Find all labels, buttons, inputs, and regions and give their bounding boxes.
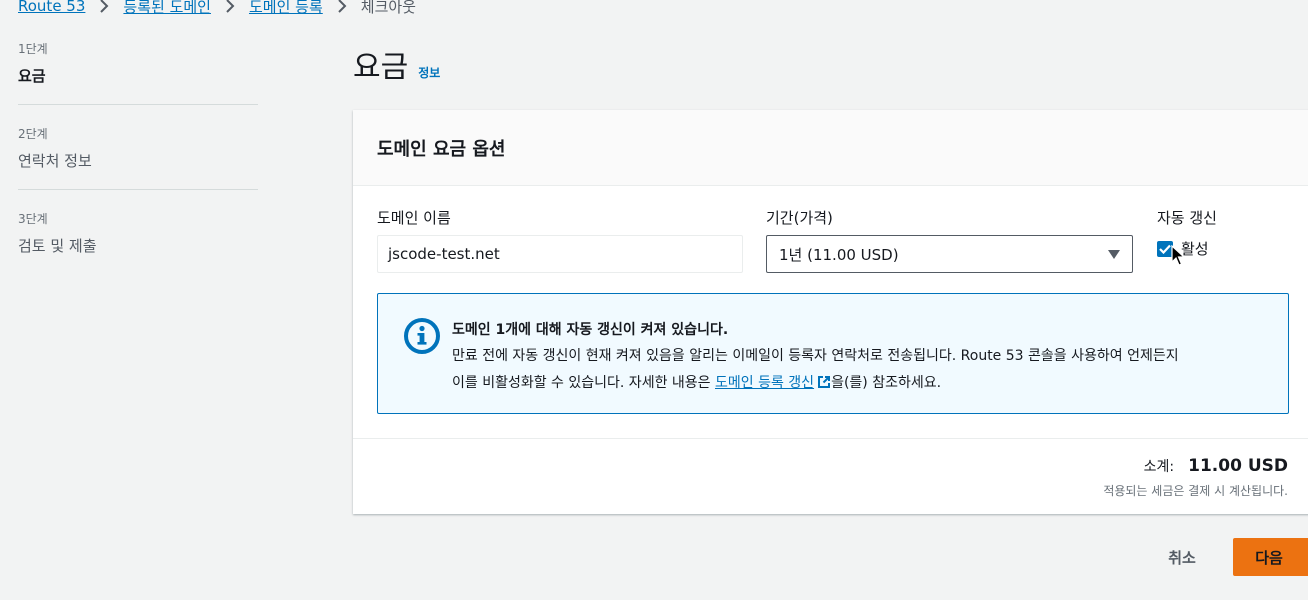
period-value: 1년 (11.00 USD) [779,245,899,264]
alert-title: 도메인 1개에 대해 자동 갱신이 켜져 있습니다. [452,322,729,338]
step-title: 검토 및 제출 [18,237,97,255]
domain-name-label: 도메인 이름 [377,209,451,227]
panel-header: 도메인 요금 옵션 [353,110,1308,186]
page-title: 요금 [353,50,409,85]
subtotal-label: 소계: [1143,459,1175,475]
info-alert: 도메인 1개에 대해 자동 갱신이 켜져 있습니다. 만료 전에 자동 갱신이 … [377,293,1289,414]
breadcrumb-current: 체크아웃 [360,0,416,16]
step-review-submit: 3단계 검토 및 제출 [18,189,258,274]
alert-line-2-suffix: 을(를) 참조하세요. [831,375,942,391]
chevron-right-icon [337,0,347,13]
breadcrumb: Route 53 등록된 도메인 도메인 등록 체크아웃 [18,0,416,18]
auto-renew-checkbox-label: 활성 [1181,240,1209,258]
cancel-button[interactable]: 취소 [1150,538,1214,576]
info-circle-icon [404,318,440,354]
alert-body: 만료 전에 자동 갱신이 현재 켜져 있음을 알리는 이메일이 등록자 연락처로… [452,343,1179,397]
panel-title: 도메인 요금 옵션 [377,138,506,160]
divider [353,438,1308,439]
alert-line-2-prefix: 이를 비활성화할 수 있습니다. 자세한 내용은 [452,375,715,391]
domain-name-field[interactable]: jscode-test.net [377,235,743,273]
domain-name-value: jscode-test.net [388,245,500,263]
checkmark-icon [1159,244,1171,254]
tax-note: 적용되는 세금은 결제 시 계산됩니다. [1103,484,1288,498]
caret-down-icon [1108,249,1120,259]
step-pricing: 1단계 요금 [18,40,258,104]
period-label: 기간(가격) [766,209,833,227]
subtotal: 소계: 11.00 USD [1144,456,1288,476]
alert-content: 도메인 1개에 대해 자동 갱신이 켜져 있습니다. 만료 전에 자동 갱신이 … [452,316,1179,413]
info-link[interactable]: 정보 [418,64,440,81]
breadcrumb-route53[interactable]: Route 53 [18,0,85,15]
wizard-steps: 1단계 요금 2단계 연락처 정보 3단계 검토 및 제출 [18,40,258,274]
chevron-right-icon [225,0,235,13]
step-title: 연락처 정보 [18,152,92,170]
breadcrumb-registered-domains[interactable]: 등록된 도메인 [123,0,211,17]
step-number: 1단계 [18,42,48,56]
pricing-options-panel: 도메인 요금 옵션 도메인 이름 jscode-test.net 기간(가격) … [353,110,1308,514]
period-select[interactable]: 1년 (11.00 USD) [766,235,1133,273]
breadcrumb-register-domain[interactable]: 도메인 등록 [249,0,323,17]
subtotal-value: 11.00 USD [1188,456,1288,476]
step-number: 2단계 [18,127,48,141]
mouse-cursor-icon [1171,245,1185,266]
chevron-right-icon [99,0,109,13]
step-contact-info: 2단계 연락처 정보 [18,104,258,189]
page-heading: 요금 정보 [353,42,440,86]
external-link-icon [818,376,831,388]
step-title: 요금 [18,67,46,85]
domain-renewal-doc-link[interactable]: 도메인 등록 갱신 [715,375,831,391]
auto-renew-label: 자동 갱신 [1157,209,1217,227]
alert-line-2: 이를 비활성화할 수 있습니다. 자세한 내용은 도메인 등록 갱신 을(를) 참… [452,370,1179,397]
step-number: 3단계 [18,212,48,226]
alert-line-1: 만료 전에 자동 갱신이 현재 켜져 있음을 알리는 이메일이 등록자 연락처로… [452,348,1179,364]
domain-renewal-link-text: 도메인 등록 갱신 [715,375,815,391]
next-button[interactable]: 다음 [1233,538,1308,576]
